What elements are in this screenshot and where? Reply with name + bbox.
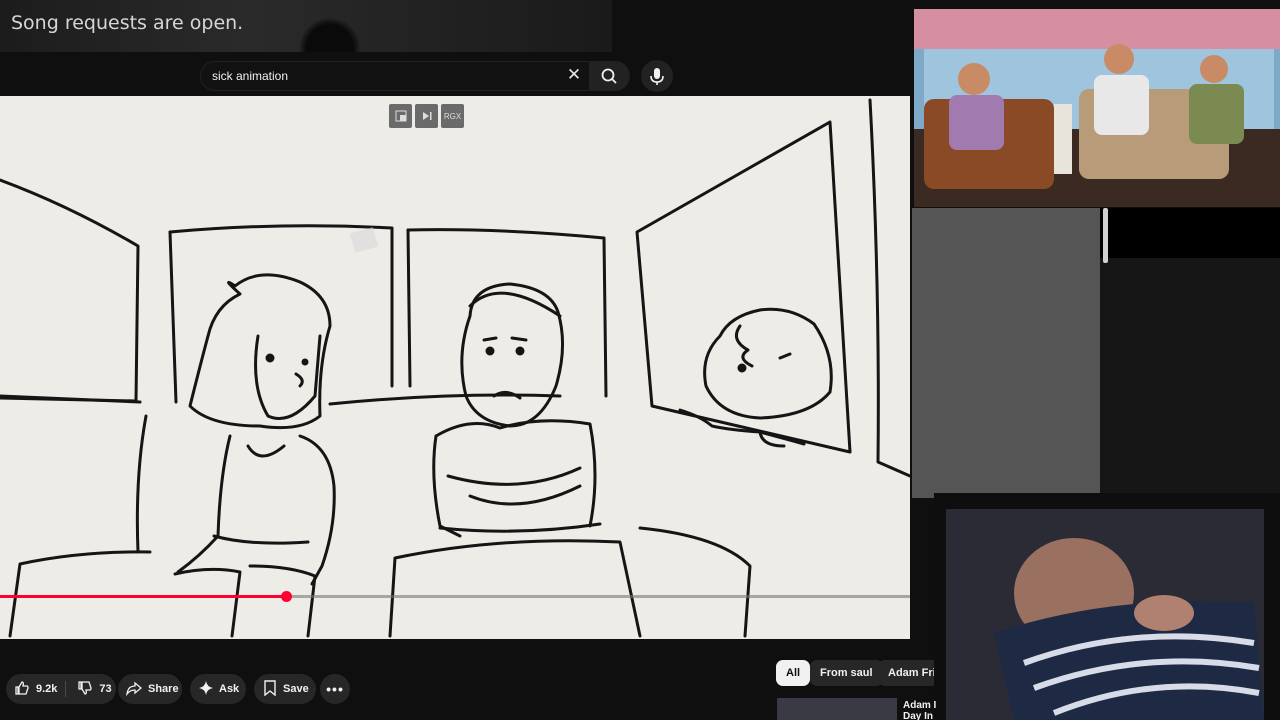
autoplay-label[interactable]: RGX <box>441 104 464 128</box>
filter-chip-related[interactable]: Adam Frie <box>878 660 934 686</box>
save-label: Save <box>283 683 309 695</box>
filter-chip-from-channel[interactable]: From saul <box>810 660 883 686</box>
like-divider <box>65 681 66 697</box>
dislike-icon[interactable] <box>77 680 93 699</box>
bookmark-icon <box>263 679 277 699</box>
close-icon[interactable]: ✕ <box>564 65 584 85</box>
webcam-feed-podcast <box>914 9 1280 207</box>
filter-chip-all[interactable]: All <box>776 660 811 686</box>
stream-overlay-banner: Song requests are open. <box>0 0 612 78</box>
dislike-count[interactable]: 73 <box>99 683 111 695</box>
search-button[interactable] <box>590 61 630 91</box>
video-player[interactable]: RGX <box>0 96 910 639</box>
voice-search-button[interactable] <box>641 60 673 92</box>
top-bar: sick animation ✕ <box>0 52 912 96</box>
miniplayer-icon[interactable] <box>389 104 412 128</box>
progress-scrubber[interactable] <box>281 591 292 602</box>
progress-played <box>0 595 286 598</box>
related-video-title[interactable]: Adam I Day In <box>903 700 936 720</box>
more-icon: ••• <box>326 681 344 697</box>
like-dislike-group: 9.2k 73 <box>6 674 116 704</box>
ask-label: Ask <box>219 683 240 695</box>
related-title-line1: Adam I <box>903 700 937 711</box>
overlay-title: Song requests are open. <box>11 12 244 34</box>
player-overlay-controls: RGX <box>389 104 464 128</box>
webcam-feed-streamer <box>934 493 1280 720</box>
more-actions-button[interactable]: ••• <box>320 674 350 704</box>
save-button[interactable]: Save <box>254 674 316 704</box>
share-label: Share <box>148 683 179 695</box>
share-button[interactable]: Share <box>118 674 182 704</box>
mic-icon <box>650 68 664 85</box>
search-input[interactable]: sick animation <box>200 61 590 91</box>
next-icon[interactable] <box>415 104 438 128</box>
like-icon[interactable] <box>14 680 30 699</box>
like-count[interactable]: 9.2k <box>36 683 57 695</box>
dark-panel-header <box>1100 208 1280 258</box>
search-query[interactable]: sick animation <box>212 69 288 83</box>
ask-button[interactable]: Ask <box>190 674 246 704</box>
related-title-line2: Day In <box>903 711 934 720</box>
share-icon <box>126 680 143 699</box>
sparkle-icon <box>199 680 213 698</box>
scrollbar[interactable] <box>1103 208 1108 263</box>
related-video-thumbnail[interactable] <box>777 698 897 720</box>
animation-frame <box>0 98 910 638</box>
search-icon <box>601 68 617 84</box>
